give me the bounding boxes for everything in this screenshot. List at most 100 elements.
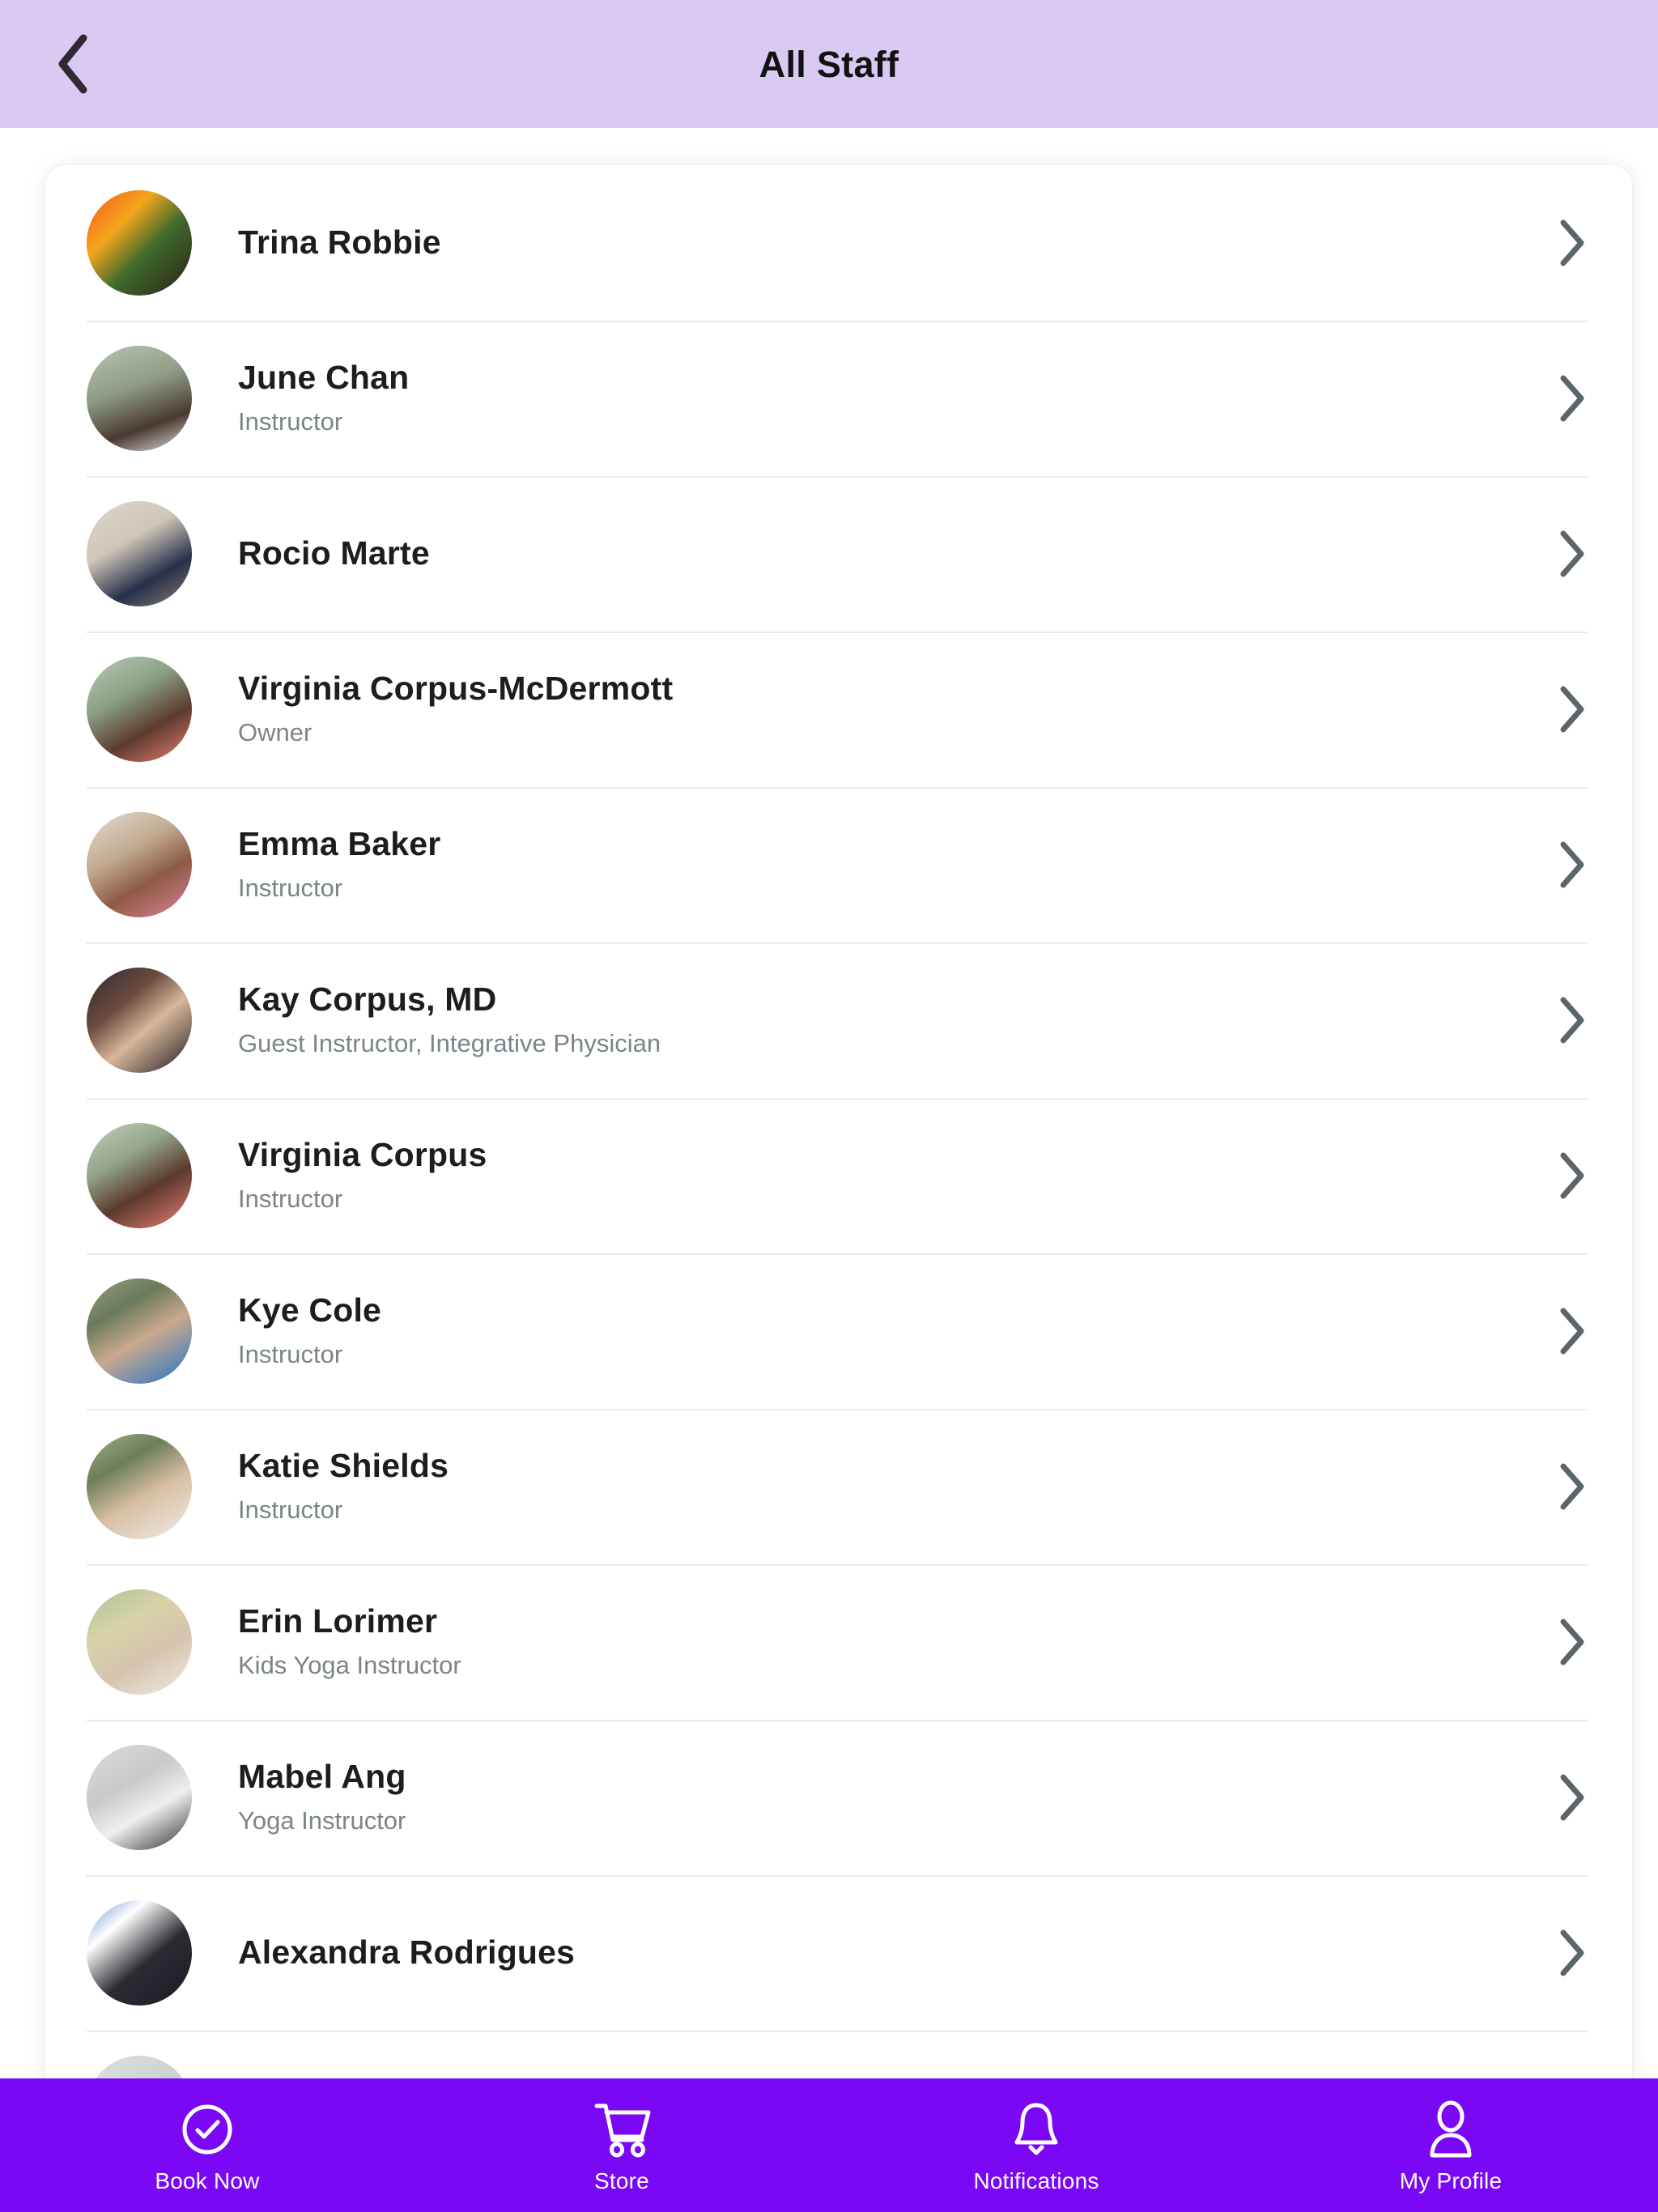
staff-row[interactable]: Virginia Corpus-McDermott Owner xyxy=(45,632,1632,787)
staff-title: Guest Instructor, Integrative Physician xyxy=(238,1029,661,1058)
photo-alexandra-rodrigues xyxy=(87,1900,192,2006)
app-header: All Staff xyxy=(0,0,1658,128)
nav-label-notifications: Notifications xyxy=(973,2167,1099,2193)
staff-row-text: Mabel Ang Yoga Instructor xyxy=(192,1759,1539,1836)
staff-name: Virginia Corpus xyxy=(238,1136,487,1174)
photo-rocio-marte xyxy=(87,501,192,606)
photo-kye-cole xyxy=(87,1278,192,1384)
check-circle-icon xyxy=(181,2099,234,2160)
staff-title: Instructor xyxy=(238,874,343,903)
avatar xyxy=(87,1434,192,1539)
nav-label-book-now: Book Now xyxy=(155,2167,260,2193)
photo-june-chan xyxy=(87,346,192,451)
staff-row[interactable]: Mabel Ang Yoga Instructor xyxy=(45,1720,1632,1875)
staff-name: Alexandra Rodrigues xyxy=(238,1933,576,1972)
avatar xyxy=(87,1900,192,2006)
photo-erin-lorimer xyxy=(87,1589,192,1695)
avatar xyxy=(87,1123,192,1228)
staff-title: Kids Yoga Instructor xyxy=(238,1651,461,1680)
bell-icon xyxy=(1010,2099,1062,2160)
staff-name: Trina Robbie xyxy=(238,223,441,262)
staff-name: Kye Cole xyxy=(238,1291,382,1329)
staff-row[interactable]: Alexandra Rodrigues xyxy=(45,1875,1632,2031)
photo-trina-robbie xyxy=(87,190,192,296)
nav-label-my-profile: My Profile xyxy=(1399,2167,1503,2193)
photo-virginia-corpus-mcdermott xyxy=(87,657,192,762)
staff-row-text: Trina Robbie xyxy=(192,223,1539,262)
page-title: All Staff xyxy=(759,43,899,85)
staff-card: Trina Robbie June Chan Instructor Rocio Mar… xyxy=(45,165,1632,2078)
photo-mabel-ang xyxy=(87,1745,192,1850)
staff-row-text: Virginia Corpus Instructor xyxy=(192,1137,1539,1214)
avatar xyxy=(87,968,192,1073)
staff-row[interactable]: Virginia Corpus Instructor xyxy=(45,1098,1632,1253)
staff-row[interactable] xyxy=(45,2031,1632,2078)
staff-name: June Chan xyxy=(238,359,410,397)
chevron-right-icon[interactable] xyxy=(1539,1151,1588,1201)
staff-row-text: Alexandra Rodrigues xyxy=(192,1933,1539,1972)
back-button[interactable] xyxy=(24,0,121,128)
staff-row-text: Kay Corpus, MD Guest Instructor, Integrat… xyxy=(192,981,1539,1058)
avatar xyxy=(87,1278,192,1384)
staff-row-text: Kye Cole Instructor xyxy=(192,1292,1539,1369)
staff-row[interactable]: Kye Cole Instructor xyxy=(45,1253,1632,1409)
avatar xyxy=(87,657,192,762)
staff-row[interactable]: Emma Baker Instructor xyxy=(45,787,1632,942)
photo-virginia-corpus xyxy=(87,1123,192,1228)
avatar xyxy=(87,346,192,451)
page-body: Trina Robbie June Chan Instructor Rocio Mar… xyxy=(0,128,1658,2078)
avatar xyxy=(87,190,192,296)
nav-item-book-now[interactable]: Book Now xyxy=(0,2078,414,2212)
staff-row-text: Emma Baker Instructor xyxy=(192,826,1539,903)
chevron-right-icon[interactable] xyxy=(1539,373,1588,423)
staff-list[interactable]: Trina Robbie June Chan Instructor Rocio Mar… xyxy=(45,165,1632,2078)
avatar xyxy=(87,2056,192,2078)
staff-row-text: June Chan Instructor xyxy=(192,359,1539,436)
shopping-cart-icon xyxy=(592,2099,652,2160)
chevron-right-icon[interactable] xyxy=(1539,529,1588,579)
staff-row[interactable]: Katie Shields Instructor xyxy=(45,1409,1632,1564)
photo-katie-shields xyxy=(87,1434,192,1539)
staff-name: Erin Lorimer xyxy=(238,1602,438,1640)
chevron-right-icon[interactable] xyxy=(1539,1461,1588,1512)
staff-name: Rocio Marte xyxy=(238,534,430,572)
staff-row[interactable]: Erin Lorimer Kids Yoga Instructor xyxy=(45,1564,1632,1720)
nav-label-store: Store xyxy=(594,2167,649,2193)
chevron-left-icon xyxy=(54,33,91,95)
staff-name: Mabel Ang xyxy=(238,1758,406,1796)
photo-partial-row xyxy=(87,2056,192,2078)
chevron-right-icon[interactable] xyxy=(1539,1617,1588,1667)
nav-item-my-profile[interactable]: My Profile xyxy=(1244,2078,1658,2212)
staff-row-text: Virginia Corpus-McDermott Owner xyxy=(192,670,1539,747)
staff-title: Instructor xyxy=(238,1185,343,1214)
avatar xyxy=(87,812,192,917)
staff-row-text: Erin Lorimer Kids Yoga Instructor xyxy=(192,1603,1539,1680)
user-icon xyxy=(1426,2099,1476,2160)
chevron-right-icon[interactable] xyxy=(1539,995,1588,1045)
staff-name: Katie Shields xyxy=(238,1447,449,1485)
chevron-right-icon[interactable] xyxy=(1539,840,1588,890)
staff-title: Instructor xyxy=(238,1340,343,1369)
avatar xyxy=(87,1745,192,1850)
bottom-navigation-bar: Book Now Store Notifications My Profile xyxy=(0,2078,1658,2212)
chevron-right-icon[interactable] xyxy=(1539,1306,1588,1356)
staff-name: Kay Corpus, MD xyxy=(238,981,497,1019)
staff-row[interactable]: Kay Corpus, MD Guest Instructor, Integrat… xyxy=(45,942,1632,1098)
chevron-right-icon[interactable] xyxy=(1539,1772,1588,1823)
avatar xyxy=(87,501,192,606)
avatar xyxy=(87,1589,192,1695)
staff-name: Virginia Corpus-McDermott xyxy=(238,670,674,708)
photo-emma-baker xyxy=(87,812,192,917)
chevron-right-icon[interactable] xyxy=(1539,684,1588,734)
nav-item-store[interactable]: Store xyxy=(414,2078,829,2212)
staff-row[interactable]: Trina Robbie xyxy=(45,165,1632,321)
staff-title: Owner xyxy=(238,718,312,747)
staff-row[interactable]: June Chan Instructor xyxy=(45,321,1632,476)
staff-title: Instructor xyxy=(238,1495,343,1525)
staff-title: Instructor xyxy=(238,407,343,436)
chevron-right-icon[interactable] xyxy=(1539,1928,1588,1978)
chevron-right-icon[interactable] xyxy=(1539,218,1588,268)
nav-item-notifications[interactable]: Notifications xyxy=(829,2078,1244,2212)
staff-row[interactable]: Rocio Marte xyxy=(45,476,1632,632)
staff-row-text: Rocio Marte xyxy=(192,534,1539,572)
